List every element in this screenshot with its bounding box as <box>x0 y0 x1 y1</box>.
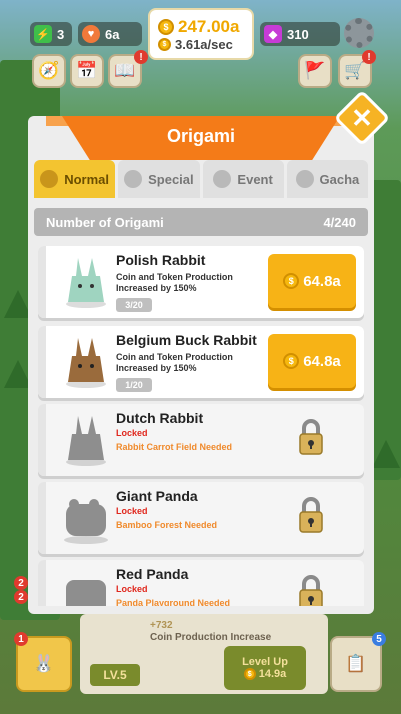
coin-icon: $ <box>158 37 171 51</box>
flag-icon: 🚩 <box>304 61 326 80</box>
tab-label: Normal <box>64 171 110 187</box>
hearts-counter[interactable]: ♥ 6a <box>78 22 142 46</box>
energy-icon: ⚡ <box>34 25 52 43</box>
gacha-icon <box>295 170 314 188</box>
origami-dialog: Origami Normal Special Event Gacha Numbe… <box>28 116 374 614</box>
flag-button[interactable]: 🚩 <box>298 54 332 88</box>
hearts-value: 6a <box>105 26 120 42</box>
list-item: Giant Panda Locked Bamboo Forest Needed <box>38 482 364 554</box>
padlock-icon <box>299 419 323 455</box>
tab-bar: Normal Special Event Gacha <box>34 160 368 198</box>
level-up-label: Level Up <box>242 656 288 668</box>
gems-counter[interactable]: ◆ 310 <box>260 22 340 46</box>
list-item: Dutch Rabbit Locked Rabbit Carrot Field … <box>38 404 364 476</box>
calendar-button[interactable]: 📅 <box>70 54 104 88</box>
notification-badge: ! <box>134 50 148 64</box>
list-item: Red Panda Locked Panda Playground Needed <box>38 560 364 606</box>
notification-badge: 1 <box>14 632 28 646</box>
locked-label: Locked <box>116 428 148 438</box>
bonus-description: Coin Production Increase <box>150 632 272 643</box>
locked-label: Locked <box>116 506 148 516</box>
settings-gear-icon[interactable] <box>344 18 374 48</box>
level-up-button[interactable]: Level Up $ 14.9a <box>224 646 306 690</box>
money-rate: 3.61a/sec <box>175 36 233 52</box>
polish-rabbit-icon <box>66 258 106 308</box>
card-accent <box>38 404 46 476</box>
heart-icon: ♥ <box>82 25 100 43</box>
tab-gacha[interactable]: Gacha <box>286 160 368 198</box>
notification-badge: 2 <box>14 576 28 590</box>
tab-label: Special <box>148 171 194 187</box>
origami-list[interactable]: Polish Rabbit Coin and Token Production … <box>38 246 364 606</box>
tab-event[interactable]: Event <box>202 160 284 198</box>
clipboard-icon: 📋 <box>345 654 367 673</box>
dutch-rabbit-silhouette-icon <box>66 416 106 466</box>
item-description: Coin and Token Production Increased by 1… <box>116 272 233 293</box>
red-panda-silhouette-icon <box>66 580 106 606</box>
top-hud: ⚡ 3 ♥ 6a $ 247.00a $ 3.61a/sec ◆ 310 🧭 📅… <box>0 0 401 110</box>
tree-decoration <box>372 440 400 468</box>
cart-icon: 🛒 <box>344 61 366 80</box>
requirement-label: Rabbit Carrot Field Needed <box>116 442 233 452</box>
item-name: Belgium Buck Rabbit <box>116 332 257 348</box>
coin-icon: $ <box>283 353 300 369</box>
energy-counter[interactable]: ⚡ 3 <box>30 22 72 46</box>
building-level: LV.5 <box>90 664 140 686</box>
calendar-icon: 📅 <box>76 61 98 80</box>
origami-icon: 🐰 <box>33 654 55 673</box>
price-label: 64.8a <box>303 352 341 370</box>
special-icon <box>124 170 143 188</box>
money-panel: $ 247.00a $ 3.61a/sec <box>148 8 254 60</box>
tab-label: Event <box>237 171 273 187</box>
level-up-price: 14.9a <box>258 668 287 680</box>
compass-icon: 🧭 <box>38 61 60 80</box>
item-name: Giant Panda <box>116 488 198 504</box>
locked-label: Locked <box>116 584 148 594</box>
card-accent <box>38 246 46 318</box>
upgrade-buy-button[interactable]: $ 64.8a <box>268 254 356 308</box>
coin-icon: $ <box>283 273 300 289</box>
item-name: Red Panda <box>116 566 189 582</box>
giant-panda-silhouette-icon <box>64 499 108 544</box>
belgium-rabbit-icon <box>66 338 106 388</box>
notification-badge: 5 <box>372 632 386 646</box>
party-popper-icon <box>213 170 232 188</box>
tab-special[interactable]: Special <box>118 160 200 198</box>
money-total: 247.00a <box>178 16 240 36</box>
item-level: 1/20 <box>116 378 152 392</box>
energy-value: 3 <box>57 26 65 42</box>
upgrade-buy-button[interactable]: $ 64.8a <box>268 334 356 388</box>
requirement-label: Panda Playground Needed <box>116 598 231 606</box>
padlock-icon <box>299 497 323 533</box>
rabbit-icon <box>40 170 59 188</box>
book-icon: 📖 <box>114 61 136 80</box>
gems-value: 310 <box>287 26 309 42</box>
bonus-value: +732 <box>150 620 173 631</box>
card-accent <box>38 560 46 606</box>
gem-icon: ◆ <box>264 25 282 43</box>
coin-icon: $ <box>243 668 256 680</box>
padlock-icon <box>299 575 323 606</box>
tab-normal[interactable]: Normal <box>34 160 116 198</box>
price-label: 64.8a <box>303 272 341 290</box>
list-item: Belgium Buck Rabbit Coin and Token Produ… <box>38 326 364 398</box>
card-accent <box>38 326 46 398</box>
count-label: Number of Origami <box>46 214 164 230</box>
notification-badge: ! <box>362 50 376 64</box>
coin-icon: $ <box>158 18 174 35</box>
close-button[interactable]: ✕ <box>342 98 382 138</box>
list-item: Polish Rabbit Coin and Token Production … <box>38 246 364 318</box>
item-name: Polish Rabbit <box>116 252 206 268</box>
count-value: 4/240 <box>323 214 356 230</box>
requirement-label: Bamboo Forest Needed <box>116 520 218 530</box>
compass-button[interactable]: 🧭 <box>32 54 66 88</box>
dialog-title: Origami <box>166 126 236 146</box>
item-description: Coin and Token Production Increased by 1… <box>116 352 233 373</box>
card-accent <box>38 482 46 554</box>
tab-label: Gacha <box>319 171 360 187</box>
notification-badge: 2 <box>14 590 28 604</box>
item-level: 3/20 <box>116 298 152 312</box>
item-name: Dutch Rabbit <box>116 410 204 426</box>
origami-count-bar: Number of Origami 4/240 <box>34 208 368 236</box>
